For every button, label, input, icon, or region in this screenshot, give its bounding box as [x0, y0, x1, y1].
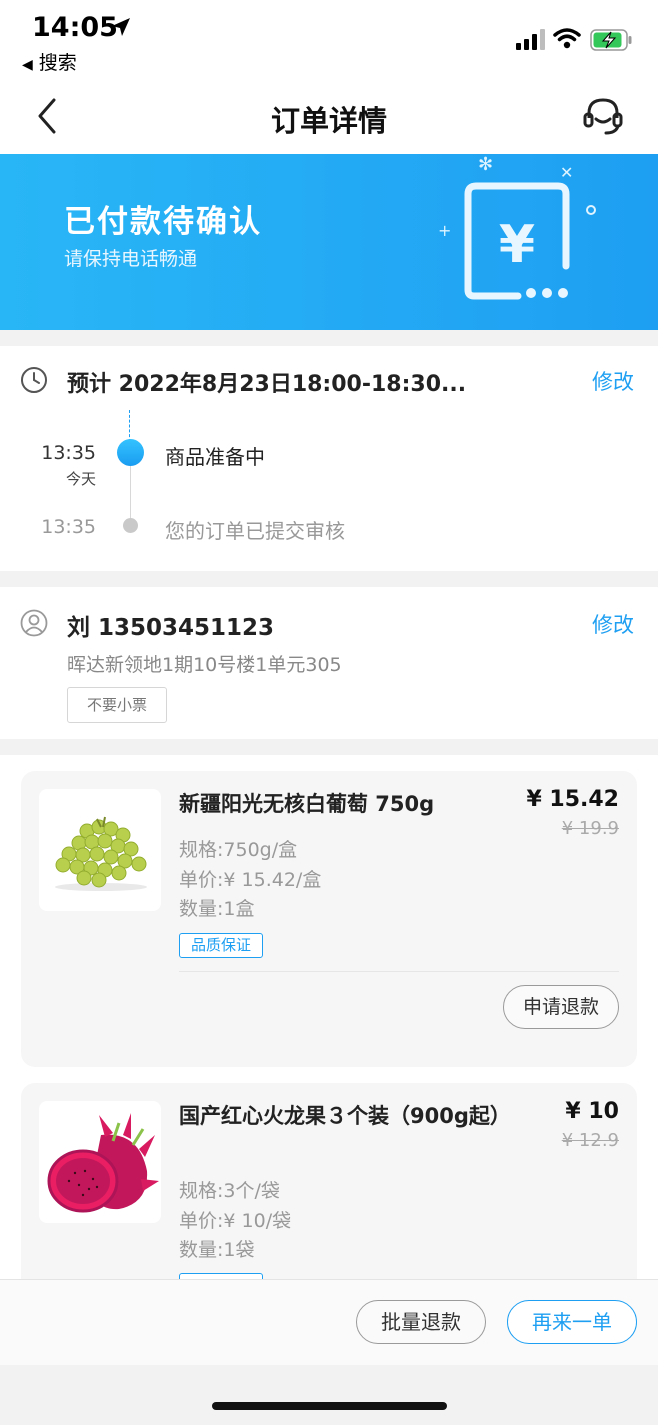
back-triangle-icon: ◀	[22, 57, 33, 73]
quality-guarantee-tag: 品质保证	[179, 933, 263, 958]
product-list: 新疆阳光无核白葡萄 750g ¥ 15.42 ¥ 19.9 规格:750g/盒 …	[0, 755, 658, 1280]
svg-text:✕: ✕	[560, 163, 573, 182]
svg-text:¥: ¥	[499, 215, 535, 275]
contact-name-phone: 刘 13503451123	[67, 615, 275, 641]
page-title: 订单详情	[270, 104, 387, 138]
product-quantity: 数量:1袋	[179, 1239, 255, 1261]
location-arrow-icon	[112, 18, 130, 36]
product-original-price: ¥ 12.9	[561, 1130, 619, 1151]
nav-bar: 订单详情	[0, 82, 658, 154]
back-to-app-link[interactable]: ◀ 搜索	[22, 48, 77, 75]
svg-text:✻: ✻	[478, 154, 493, 175]
battery-charging-icon	[590, 29, 632, 51]
receipt-yuan-icon: ✻ ✕ + ¥	[438, 154, 596, 300]
home-indicator[interactable]	[212, 1402, 447, 1410]
no-receipt-tag: 不要小票	[67, 687, 167, 723]
product-price: ¥ 15.42	[526, 787, 619, 812]
product-item[interactable]: 国产红心火龙果３个装（900g起） ¥ 10 ¥ 12.9 规格:3个/袋 单价…	[21, 1083, 637, 1280]
home-indicator-area	[0, 1365, 658, 1425]
timeline-dot	[123, 518, 138, 533]
product-original-price: ¥ 19.9	[561, 818, 619, 839]
address-card: 刘 13503451123 修改 晖达新领地1期10号楼1单元305 不要小票	[0, 587, 658, 739]
timeline-time: 13:35	[41, 516, 96, 538]
product-price: ¥ 10	[565, 1099, 619, 1124]
user-icon	[20, 609, 48, 637]
request-refund-button[interactable]: 申请退款	[503, 985, 619, 1029]
delivery-card: 预计 2022年8月23日18:00-18:30... 修改 13:35 今天 …	[0, 346, 658, 571]
product-image-grapes	[39, 789, 161, 911]
delivery-eta: 预计 2022年8月23日18:00-18:30...	[67, 372, 467, 397]
status-time: 14:05	[32, 12, 118, 43]
timeline-connector	[130, 466, 131, 526]
timeline-dot-active	[117, 439, 144, 466]
customer-service-icon[interactable]	[582, 96, 624, 136]
batch-refund-button[interactable]: 批量退款	[356, 1300, 486, 1344]
order-status-title: 已付款待确认	[64, 204, 262, 240]
timeline-status-text: 商品准备中	[165, 445, 265, 469]
timeline-status-text: 您的订单已提交审核	[165, 519, 345, 543]
clock-icon	[21, 367, 47, 393]
divider	[179, 971, 619, 972]
back-app-label: 搜索	[38, 52, 77, 74]
delivery-address: 晖达新领地1期10号楼1单元305	[67, 654, 342, 676]
product-image-dragon-fruit	[39, 1101, 161, 1223]
bottom-action-bar: 批量退款 再来一单	[0, 1279, 658, 1365]
edit-address-link[interactable]: 修改	[592, 609, 634, 639]
product-unit-price: 单价:¥ 10/袋	[179, 1210, 292, 1232]
grapes-image	[55, 816, 147, 891]
status-bar: 14:05 ◀ 搜索	[0, 0, 658, 82]
order-status-banner: 已付款待确认 请保持电话畅通 ✻ ✕ + ¥	[0, 154, 658, 330]
product-spec: 规格:3个/袋	[179, 1180, 280, 1202]
timeline-day: 今天	[65, 470, 96, 488]
timeline-time: 13:35	[41, 442, 96, 464]
wifi-icon	[553, 28, 581, 49]
product-spec: 规格:750g/盒	[179, 839, 298, 861]
timeline-connector	[129, 410, 130, 442]
svg-text:+: +	[438, 221, 451, 240]
order-status-subtitle: 请保持电话畅通	[64, 248, 198, 270]
product-name: 新疆阳光无核白葡萄 750g	[179, 792, 435, 816]
product-name: 国产红心火龙果３个装（900g起）	[179, 1104, 511, 1128]
product-unit-price: 单价:¥ 15.42/盒	[179, 869, 322, 891]
product-quantity: 数量:1盒	[179, 898, 255, 920]
cellular-signal-icon	[516, 29, 545, 50]
edit-delivery-time-link[interactable]: 修改	[592, 366, 634, 396]
product-item[interactable]: 新疆阳光无核白葡萄 750g ¥ 15.42 ¥ 19.9 规格:750g/盒 …	[21, 771, 637, 1067]
dragon-fruit-image	[47, 1113, 159, 1213]
reorder-button[interactable]: 再来一单	[507, 1300, 637, 1344]
